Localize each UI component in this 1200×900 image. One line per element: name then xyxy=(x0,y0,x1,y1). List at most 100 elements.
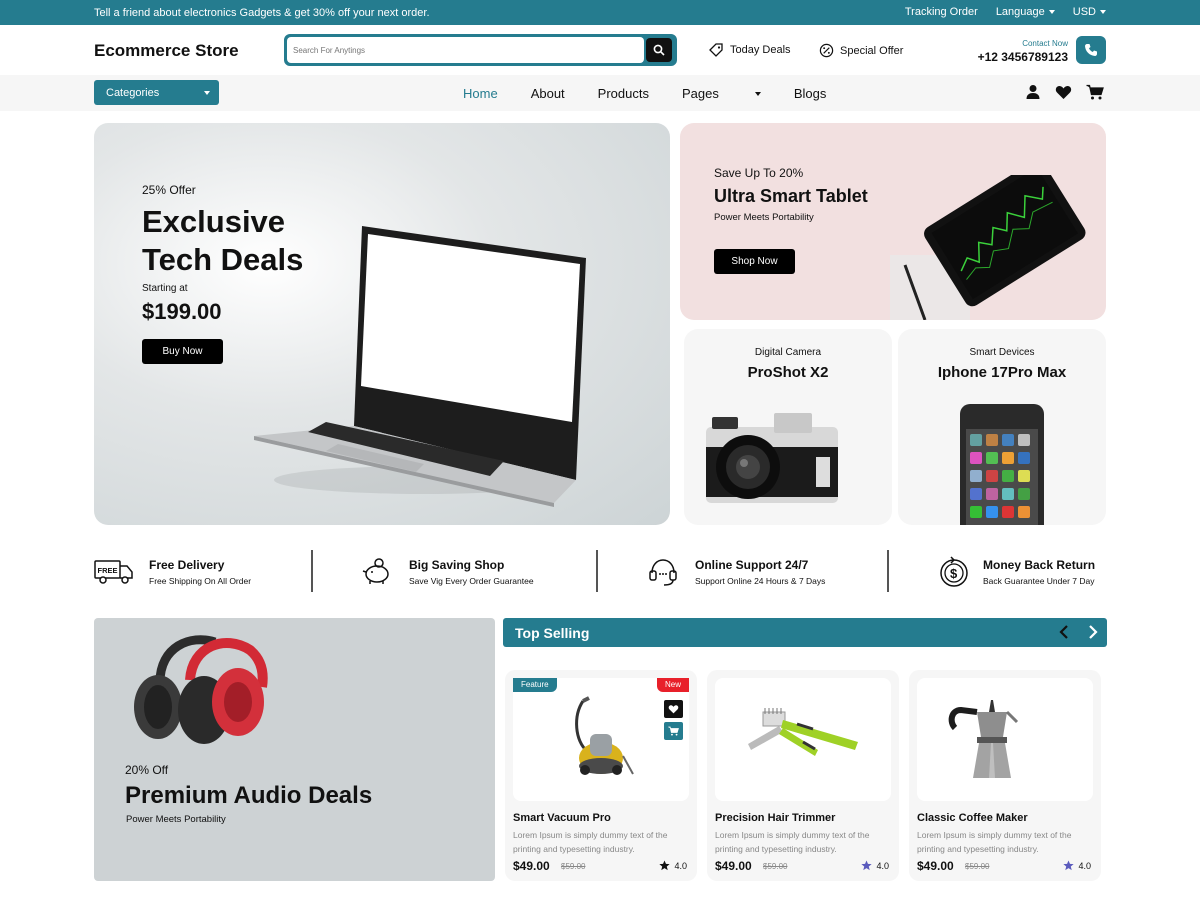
chevron-right-icon[interactable] xyxy=(1085,624,1101,640)
special-offer-link[interactable]: Special Offer xyxy=(819,43,903,58)
truck-icon: FREE xyxy=(94,560,133,584)
product-description: Lorem Ipsum is simply dummy text of the … xyxy=(513,830,668,854)
product-card[interactable]: Feature New Smart Vacuum Pro Lorem Ipsum… xyxy=(505,670,697,881)
headphones-image xyxy=(134,635,268,744)
wishlist-button[interactable] xyxy=(664,700,683,718)
feature-subtitle: Save Vig Every Order Guarantee xyxy=(409,576,534,586)
top-selling-header: Top Selling xyxy=(503,618,1107,647)
hero-price: $199.00 xyxy=(142,299,222,324)
brand-logo[interactable]: Ecommerce Store xyxy=(94,41,239,61)
star-icon xyxy=(1063,860,1075,871)
nav-about[interactable]: About xyxy=(531,86,565,101)
product-name: Precision Hair Trimmer xyxy=(715,812,836,824)
search-button[interactable] xyxy=(646,38,672,62)
currency-dropdown[interactable]: USD xyxy=(1073,6,1106,18)
camera-title: ProShot X2 xyxy=(747,364,829,381)
audio-subtitle: Power Meets Portability xyxy=(126,814,226,825)
top-selling-title: Top Selling xyxy=(515,625,590,641)
camera-category: Digital Camera xyxy=(754,347,822,358)
money-back-icon: $ xyxy=(940,556,968,587)
chevron-down-icon xyxy=(1048,10,1055,14)
product-description: Lorem Ipsum is simply dummy text of the … xyxy=(917,830,1072,854)
language-dropdown[interactable]: Language xyxy=(996,6,1055,18)
header: Ecommerce Store Today Deals Special Offe… xyxy=(0,25,1200,75)
nav-home[interactable]: Home xyxy=(463,86,498,101)
tablet-image xyxy=(890,175,1086,320)
feature-subtitle: Free Shipping On All Order xyxy=(149,576,252,586)
product-rating: 4.0 xyxy=(861,860,889,871)
product-old-price: $59.00 xyxy=(561,862,586,871)
feature-divider xyxy=(596,550,598,592)
smartphone-card[interactable]: Smart Devices Iphone 17Pro Max xyxy=(898,329,1106,525)
new-badge: New xyxy=(656,678,689,692)
product-card[interactable]: Classic Coffee Maker Lorem Ipsum is simp… xyxy=(909,670,1101,881)
audio-promo[interactable]: 20% Off Premium Audio Deals Power Meets … xyxy=(94,618,495,881)
add-to-cart-button[interactable] xyxy=(664,722,683,740)
categories-dropdown[interactable]: Categories xyxy=(94,80,219,105)
main-nav: Home About Products Pages Blogs xyxy=(463,86,859,101)
product-price: $49.00 xyxy=(513,859,550,873)
search-bar xyxy=(284,34,677,66)
product-image-area xyxy=(513,678,689,801)
feature-title: Big Saving Shop xyxy=(409,558,505,572)
today-deals-label: Today Deals xyxy=(730,44,791,56)
laptop-image xyxy=(254,226,586,507)
piggy-bank-icon xyxy=(362,558,389,584)
rating-value: 4.0 xyxy=(1078,860,1091,871)
chevron-down-icon xyxy=(1100,10,1106,14)
headset-icon xyxy=(649,559,677,586)
chevron-down-icon xyxy=(754,91,761,96)
audio-offer: 20% Off xyxy=(125,763,169,777)
today-deals-link[interactable]: Today Deals xyxy=(708,43,791,57)
nav-blogs[interactable]: Blogs xyxy=(794,86,827,101)
product-price: $49.00 xyxy=(917,859,954,873)
heart-icon[interactable] xyxy=(1055,84,1072,100)
product-rating: 4.0 xyxy=(1063,860,1091,871)
search-input[interactable] xyxy=(287,37,644,63)
hero-starting-label: Starting at xyxy=(142,283,188,294)
nav-pages-label: Pages xyxy=(681,86,719,101)
language-label: Language xyxy=(995,6,1045,18)
phone-number[interactable]: +12 3456789123 xyxy=(978,50,1068,64)
product-rating: 4.0 xyxy=(659,860,687,871)
tablet-subtitle: Power Meets Portability xyxy=(714,212,814,223)
product-name: Smart Vacuum Pro xyxy=(513,812,611,824)
heart-icon xyxy=(668,705,679,714)
feature-divider xyxy=(887,550,889,592)
shop-now-button[interactable]: Shop Now xyxy=(714,249,795,274)
feature-divider xyxy=(311,550,313,592)
product-card[interactable]: Precision Hair Trimmer Lorem Ipsum is si… xyxy=(707,670,899,881)
tracking-order-link[interactable]: Tracking Order xyxy=(905,6,978,18)
phone-title: Iphone 17Pro Max xyxy=(937,364,1067,381)
search-icon xyxy=(653,44,665,56)
buy-now-button[interactable]: Buy Now xyxy=(142,339,223,364)
rating-value: 4.0 xyxy=(876,860,889,871)
tablet-promo: Save Up To 20% Ultra Smart Tablet Power … xyxy=(680,123,1106,320)
hero-banner: 25% Offer Exclusive Tech Deals Starting … xyxy=(94,123,670,525)
svg-text:$: $ xyxy=(950,566,958,581)
product-old-price: $59.00 xyxy=(763,862,788,871)
categories-label: Categories xyxy=(106,87,160,99)
audio-title: Premium Audio Deals xyxy=(125,782,373,809)
nav-pages[interactable]: Pages xyxy=(682,86,761,101)
chevron-left-icon[interactable] xyxy=(1056,624,1072,640)
camera-image xyxy=(706,413,838,503)
product-price: $49.00 xyxy=(715,859,752,873)
camera-card[interactable]: Digital Camera ProShot X2 xyxy=(684,329,892,525)
features-strip: FREE Free Delivery Free Shipping On All … xyxy=(94,550,1106,592)
feature-subtitle: Support Online 24 Hours & 7 Days xyxy=(695,576,826,586)
product-image-area xyxy=(715,678,891,801)
cart-icon[interactable] xyxy=(1086,84,1104,100)
nav-icons xyxy=(1025,84,1104,100)
product-image-area xyxy=(917,678,1093,801)
star-icon xyxy=(861,860,873,871)
call-button[interactable] xyxy=(1076,36,1106,64)
nav-products[interactable]: Products xyxy=(598,86,649,101)
user-icon[interactable] xyxy=(1025,84,1041,100)
feature-badge: Feature xyxy=(513,678,557,692)
coffee-maker-image xyxy=(948,700,1019,778)
hair-trimmer-image xyxy=(748,708,858,756)
hero-offer: 25% Offer xyxy=(142,183,196,197)
tablet-title: Ultra Smart Tablet xyxy=(714,186,868,206)
special-offer-label: Special Offer xyxy=(840,44,904,57)
